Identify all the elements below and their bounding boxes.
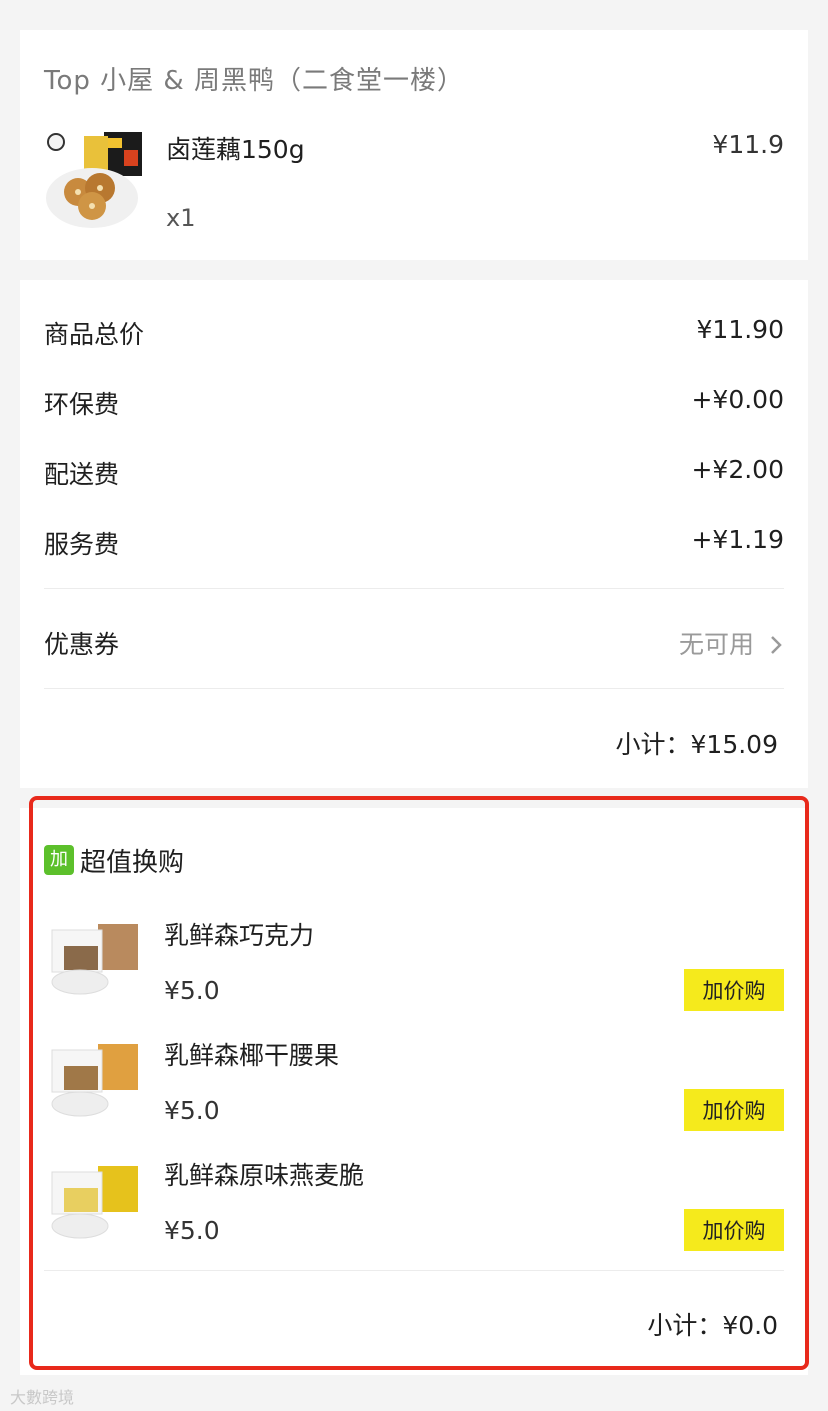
fee-row-delivery: 配送费 +¥2.00 — [44, 455, 784, 495]
fee-label: 商品总价 — [44, 320, 145, 349]
order-item-name[interactable]: 卤莲藕150g — [166, 130, 305, 166]
store-name[interactable]: Top 小屋 & 周黑鸭（二食堂一楼） — [44, 60, 464, 97]
divider — [44, 688, 784, 689]
fee-value: ¥11.90 — [696, 315, 784, 344]
order-item-quantity: x1 — [166, 204, 196, 232]
fee-row-eco: 环保费 +¥0.00 — [44, 385, 784, 425]
fee-label: 配送费 — [44, 460, 120, 489]
fee-row-total: 商品总价 ¥11.90 — [44, 315, 784, 355]
order-subtotal: 小计：¥15.09 — [615, 730, 778, 759]
divider — [44, 588, 784, 589]
fee-row-service: 服务费 +¥1.19 — [44, 525, 784, 565]
fee-value: +¥1.19 — [691, 525, 784, 554]
highlight-frame — [29, 796, 809, 1370]
coupon-value: 无可用 — [679, 630, 755, 659]
coupon-row[interactable]: 优惠券 无可用 — [44, 625, 784, 665]
fee-summary-card: 商品总价 ¥11.90 环保费 +¥0.00 配送费 +¥2.00 服务费 +¥… — [20, 280, 808, 788]
fee-value: +¥2.00 — [691, 455, 784, 484]
order-item-price: ¥11.9 — [712, 130, 784, 159]
chevron-right-icon — [771, 636, 782, 654]
store-order-card: Top 小屋 & 周黑鸭（二食堂一楼） 卤莲藕150g ¥11.9 x1 — [20, 30, 808, 260]
coupon-status[interactable]: 无可用 — [679, 625, 784, 661]
watermark-icon: 大數跨境 — [10, 1388, 75, 1407]
fee-label: 服务费 — [44, 530, 120, 559]
fee-label: 环保费 — [44, 390, 120, 419]
lotus-root-product-icon[interactable] — [44, 130, 144, 230]
coupon-label: 优惠券 — [44, 630, 120, 659]
fee-value: +¥0.00 — [691, 385, 784, 414]
